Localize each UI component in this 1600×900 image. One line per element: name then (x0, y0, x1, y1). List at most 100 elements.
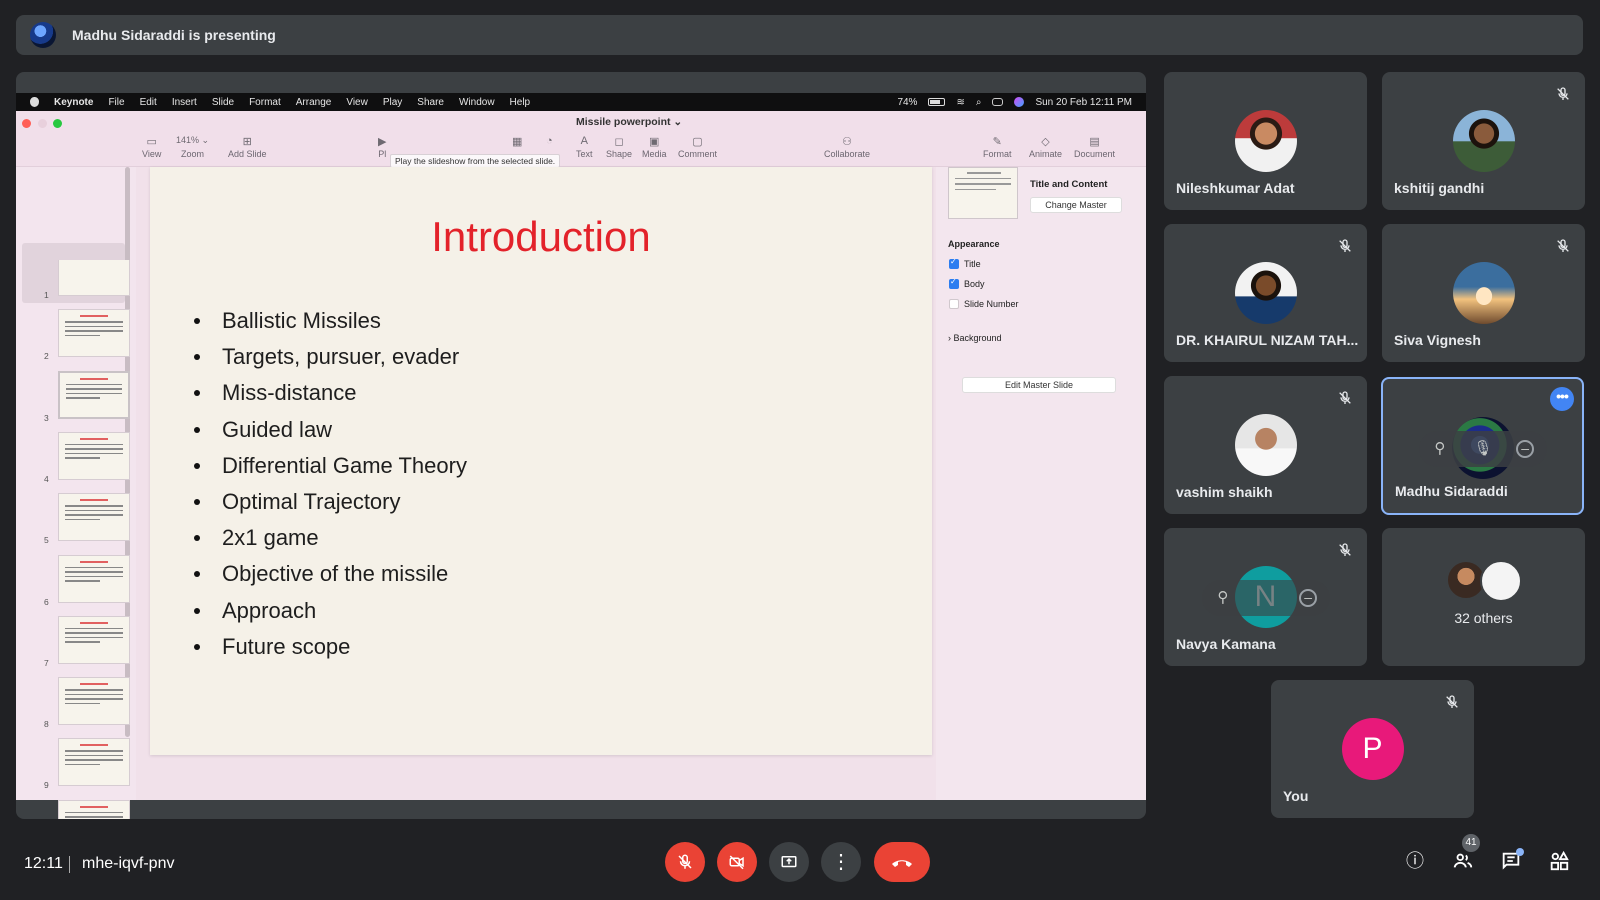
pin-icon[interactable]: ⚲ (1214, 589, 1232, 607)
thumb-text-line (65, 750, 123, 752)
participant-tile[interactable]: Siva Vignesh (1382, 224, 1585, 362)
activities-icon[interactable] (1548, 850, 1570, 872)
zoom-button: 141% ⌄ Zoom (176, 135, 209, 159)
shape-icon: ◻ (614, 136, 624, 148)
participant-tile-active[interactable]: ••• ⚲ 🎙 – Madhu Sidaraddi (1381, 377, 1584, 515)
table-icon: ▦ (512, 136, 523, 148)
menu-keynote: Keynote (54, 96, 94, 108)
slide-number: 1 (44, 290, 49, 300)
presenting-text: Madhu Sidaraddi is presenting (72, 27, 276, 43)
camera-toggle-button[interactable] (717, 842, 757, 882)
avatar (1234, 110, 1297, 172)
participant-name: You (1283, 788, 1309, 804)
slide-thumbnail-row: 5 (38, 493, 148, 545)
spotlight-icon: ⌕ (975, 96, 982, 108)
slide-thumbnail (58, 615, 130, 664)
play-label: Pl (378, 149, 387, 159)
slide-thumbnail-row: 9 (38, 738, 148, 790)
mic-off-icon (1339, 391, 1351, 404)
participant-tile[interactable]: vashim shaikh (1164, 376, 1367, 514)
title-checkbox-label: Title (964, 259, 981, 269)
thumb-text-line (65, 580, 100, 582)
bullet-text: Guided law (222, 416, 333, 442)
presenting-banner: Madhu Sidaraddi is presenting (16, 15, 1583, 55)
participant-tile[interactable]: N ⚲ – Navya Kamana (1164, 528, 1367, 666)
mic-off-icon (1339, 239, 1351, 252)
self-tile[interactable]: P You (1271, 680, 1474, 818)
more-options-icon[interactable]: ••• (1550, 387, 1574, 411)
mic-icon[interactable]: 🎙 (1473, 440, 1492, 458)
others-tile[interactable]: 32 others (1382, 528, 1585, 666)
others-avatars (1446, 560, 1526, 602)
slide-thumbnail (58, 738, 130, 787)
thumb-text-line (65, 698, 123, 700)
bullet-item: Objective of the missile (194, 556, 467, 592)
format-button: ✎ Format (983, 135, 1012, 159)
thumb-text-line (65, 325, 123, 328)
background-label: › Background (948, 333, 1002, 343)
bottom-control-bar: 12:11 mhe-iqvf-pnv ⋮ ⓘ 41 (0, 820, 1600, 900)
participant-tile[interactable]: DR. KHAIRUL NIZAM TAH... (1164, 224, 1367, 362)
document-label: Document (1074, 149, 1116, 159)
thumb-text-line (65, 816, 123, 818)
slide-thumbnail (58, 431, 130, 480)
change-master-button: Change Master (1030, 197, 1122, 213)
battery-percent: 74% (897, 96, 918, 108)
slide-number: 5 (44, 535, 49, 546)
shared-screen: Keynote File Edit Insert Slide Format Ar… (16, 72, 1146, 819)
present-screen-button[interactable] (769, 842, 809, 882)
activities-glyph (1550, 850, 1569, 871)
table-button: ▦ (512, 135, 522, 149)
thumb-text-line (65, 452, 123, 455)
view-button: ▭ View (142, 135, 161, 159)
slide-thumbnail-row: 4 (38, 431, 148, 484)
thumb-text-line (65, 330, 123, 332)
mic-toggle-button[interactable] (665, 842, 705, 882)
thumb-title-line (80, 744, 108, 747)
menu-slide: Slide (211, 96, 235, 108)
bullet-dot (194, 643, 200, 650)
play-button: ▶ Pl (378, 135, 386, 159)
pin-icon[interactable]: ⚲ (1431, 440, 1449, 458)
meeting-code: mhe-iqvf-pnv (82, 855, 175, 872)
animate-label: Animate (1029, 149, 1063, 159)
remove-icon[interactable]: – (1516, 440, 1535, 458)
thumb-text-line (65, 702, 100, 705)
thumb-text-line (65, 443, 123, 446)
meeting-info-icon[interactable]: ⓘ (1404, 850, 1426, 872)
zoom-label: Zoom (181, 149, 205, 159)
view-label: View (142, 149, 162, 159)
add-slide-label: Add Slide (228, 149, 267, 159)
bullet-dot (194, 535, 200, 542)
thumb-title-line (80, 805, 108, 808)
menu-insert: Insert (171, 96, 197, 108)
leave-call-button[interactable] (874, 842, 930, 882)
apple-icon (30, 97, 39, 107)
body-checkbox-label: Body (964, 279, 985, 289)
thumb-text-line (65, 689, 123, 691)
avatar (1452, 262, 1515, 324)
zoom-window-icon (53, 119, 62, 128)
collaborate-icon: ⚇ (842, 136, 852, 148)
more-options-button[interactable]: ⋮ (821, 842, 861, 882)
text-icon: A (580, 135, 588, 147)
menu-file: File (108, 96, 125, 108)
participant-name: Siva Vignesh (1394, 332, 1481, 348)
participant-tile[interactable]: Nileshkumar Adat (1164, 72, 1367, 210)
remove-icon[interactable]: – (1299, 589, 1318, 607)
document-button: ▤ Document (1074, 135, 1115, 159)
people-icon[interactable] (1452, 850, 1474, 872)
thumb-text-line (65, 754, 123, 757)
tile-hover-controls: ⚲ 🎙 – (1418, 431, 1547, 467)
others-count: 32 others (1454, 610, 1513, 626)
thumb-text-line (65, 509, 123, 512)
collaborate-button: ⚇ Collaborate (824, 135, 870, 159)
slide-thumbnail-row: 2 (38, 309, 148, 361)
control-center-icon (992, 98, 1004, 106)
menu-view: View (346, 96, 368, 108)
thumb-text-line (65, 627, 123, 630)
thumb-text-line (65, 571, 123, 573)
bullet-dot (194, 571, 200, 578)
participant-tile[interactable]: kshitij gandhi (1382, 72, 1585, 210)
bullet-dot (194, 462, 200, 469)
